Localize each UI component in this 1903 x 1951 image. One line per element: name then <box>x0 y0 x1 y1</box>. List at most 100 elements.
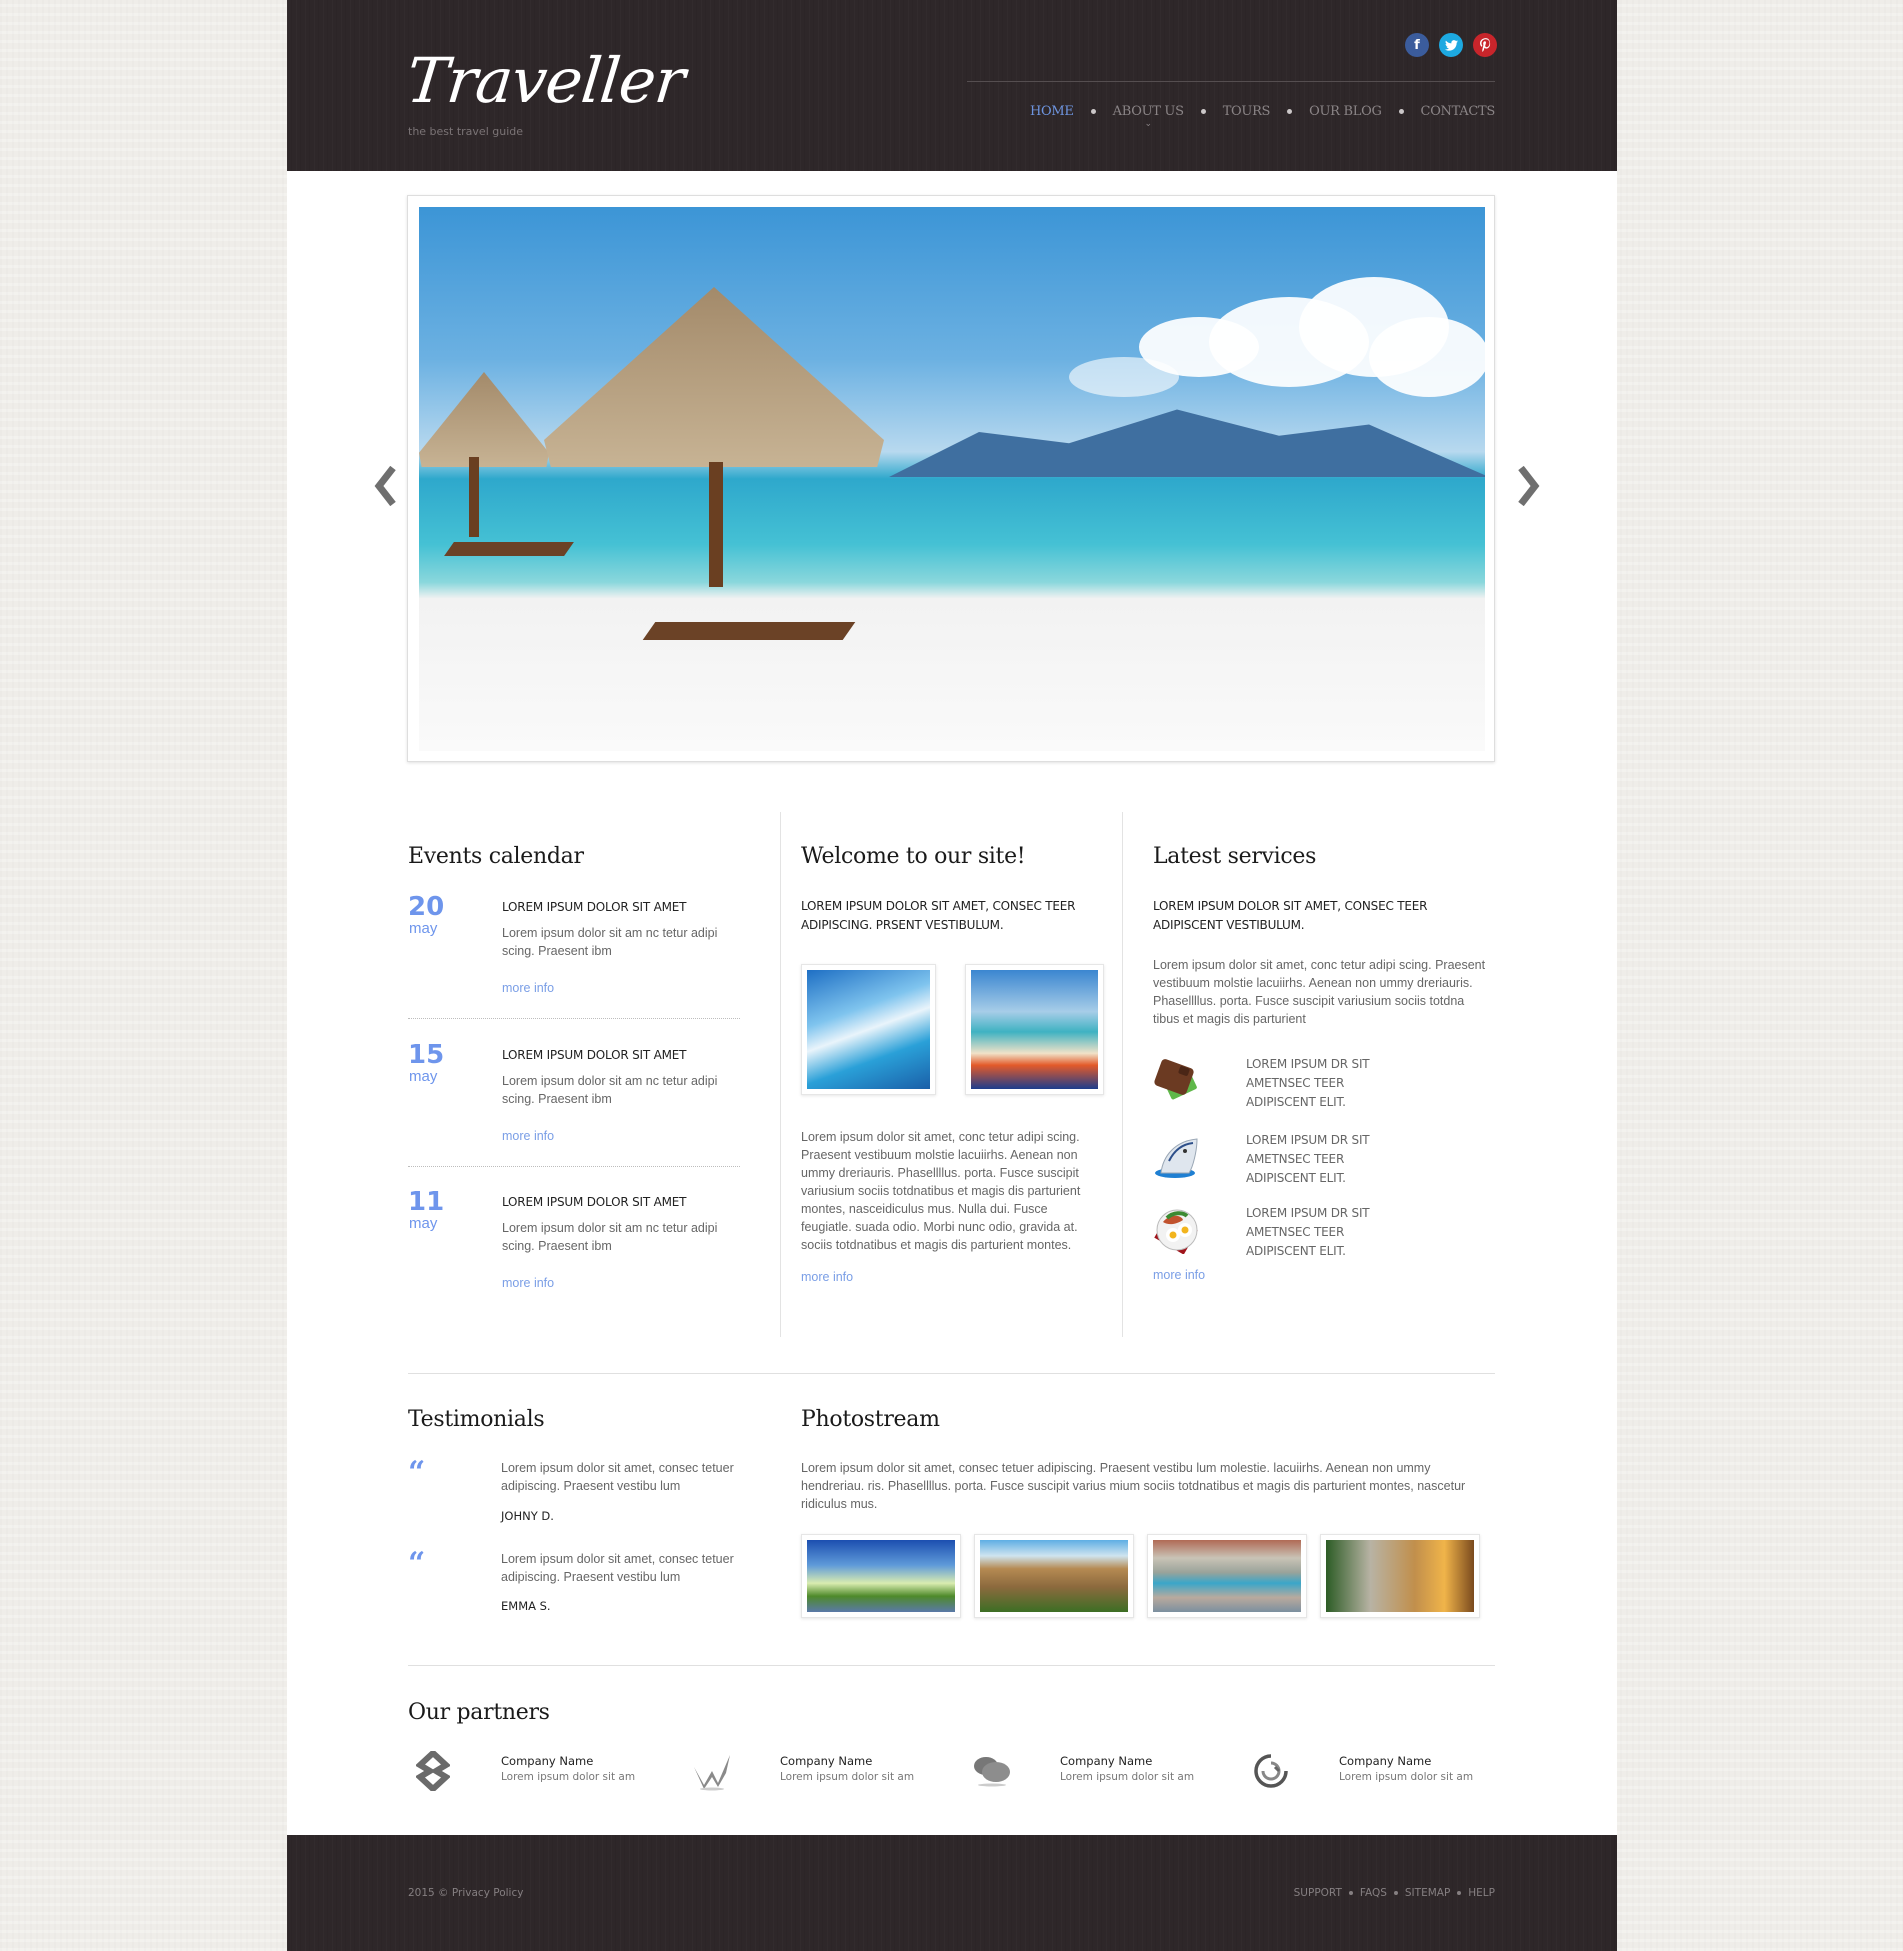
nav-our-blog[interactable]: OUR BLOG <box>1309 104 1382 119</box>
event-title: LOREM IPSUM DOLOR SIT AMET <box>502 900 687 914</box>
slider-next-button[interactable] <box>1510 464 1544 508</box>
partner-s-logo-icon <box>408 1748 458 1794</box>
footer-link-faqs[interactable]: FAQS <box>1360 1887 1387 1899</box>
facebook-icon[interactable]: f <box>1405 33 1429 57</box>
nav-contacts[interactable]: CONTACTS <box>1421 104 1496 119</box>
welcome-photo[interactable] <box>965 964 1104 1095</box>
chevron-right-icon <box>1518 466 1540 506</box>
partner-chat-logo-icon <box>967 1748 1017 1794</box>
footer-separator-dot <box>1393 1891 1398 1895</box>
partner-item[interactable]: Company Name Lorem ipsum dolor sit am <box>408 1748 678 1798</box>
site-header: Traveller the best travel guide f HOME A… <box>287 0 1617 171</box>
services-text: Lorem ipsum dolor sit amet, conc tetur a… <box>1153 958 1486 1026</box>
coastal-hotel-photo <box>1153 1540 1301 1612</box>
photostream-text: Lorem ipsum dolor sit amet, consec tetue… <box>801 1461 1466 1511</box>
testimonial-text: Lorem ipsum dolor sit amet, consec tetue… <box>501 1461 734 1493</box>
event-item: 15 may LOREM IPSUM DOLOR SIT AMET Lorem … <box>408 1040 740 1146</box>
event-month: may <box>409 1215 438 1232</box>
twitter-icon[interactable] <box>1439 33 1463 57</box>
photostream-item[interactable] <box>801 1534 961 1618</box>
event-month: may <box>409 1068 438 1085</box>
hero-slider <box>407 195 1495 762</box>
testimonials-heading: Testimonials <box>408 1407 545 1432</box>
column-separator <box>1122 812 1123 1337</box>
footer-link-help[interactable]: HELP <box>1468 1887 1495 1899</box>
event-day: 20 <box>408 892 445 922</box>
footer-link-support[interactable]: SUPPORT <box>1294 1887 1342 1899</box>
photostream-item[interactable] <box>1320 1534 1480 1618</box>
partner-name: Company Name <box>1339 1754 1432 1768</box>
nav-home[interactable]: HOME <box>1030 104 1074 119</box>
travel-collage-photo <box>807 970 930 1089</box>
event-title: LOREM IPSUM DOLOR SIT AMET <box>502 1195 687 1209</box>
welcome-heading: Welcome to our site! <box>801 844 1026 869</box>
testimonial-author: EMMA S. <box>501 1599 551 1613</box>
main-nav: HOME ABOUT US ⌄ TOURS OUR BLOG CONTACTS <box>1030 104 1496 129</box>
slider-prev-button[interactable] <box>370 464 404 508</box>
chevron-left-icon <box>374 466 396 506</box>
service-text: LOREM IPSUM DR SIT AMETNSEC TEER ADIPISC… <box>1246 1206 1370 1258</box>
event-divider <box>408 1166 740 1167</box>
event-more-info-link[interactable]: more info <box>502 1276 554 1290</box>
column-separator <box>780 812 781 1337</box>
footer-link-sitemap[interactable]: SITEMAP <box>1405 1887 1450 1899</box>
welcome-subtitle: LOREM IPSUM DOLOR SIT AMET, CONSEC TEER … <box>801 899 1076 932</box>
nav-about-us-label: ABOUT US <box>1112 104 1184 119</box>
ship-icon <box>1155 1138 1198 1178</box>
nav-divider <box>967 81 1495 82</box>
event-text: Lorem ipsum dolor sit am nc tetur adipi … <box>502 1074 718 1106</box>
event-more-info-link[interactable]: more info <box>502 1129 554 1143</box>
section-divider <box>408 1665 1495 1666</box>
partner-desc: Lorem ipsum dolor sit am <box>1339 1771 1474 1783</box>
event-divider <box>408 1018 740 1019</box>
social-links: f <box>1405 33 1497 57</box>
services-more-info-link[interactable]: more info <box>1153 1268 1205 1282</box>
partner-swirl-logo-icon <box>1246 1748 1296 1794</box>
site-tagline: the best travel guide <box>408 125 524 138</box>
photostream-item[interactable] <box>1147 1534 1307 1618</box>
welcome-text: Lorem ipsum dolor sit amet, conc tetur a… <box>801 1130 1081 1252</box>
event-text: Lorem ipsum dolor sit am nc tetur adipi … <box>502 1221 718 1253</box>
service-text: LOREM IPSUM DR SIT AMETNSEC TEER ADIPISC… <box>1246 1057 1370 1109</box>
photostream-item[interactable] <box>974 1534 1134 1618</box>
services-heading: Latest services <box>1153 844 1317 869</box>
footer-nav: SUPPORT FAQS SITEMAP HELP <box>1294 1887 1495 1899</box>
partner-desc: Lorem ipsum dolor sit am <box>501 1771 636 1783</box>
photostream-heading: Photostream <box>801 1407 940 1432</box>
footer-separator-dot <box>1457 1891 1462 1895</box>
partner-name: Company Name <box>1060 1754 1153 1768</box>
partner-item[interactable]: Company Name Lorem ipsum dolor sit am <box>1246 1748 1516 1798</box>
service-item: LOREM IPSUM DR SIT AMETNSEC TEER ADIPISC… <box>1153 1204 1403 1258</box>
beach-couple-photo <box>971 970 1098 1089</box>
partner-item[interactable]: Company Name Lorem ipsum dolor sit am <box>687 1748 957 1798</box>
event-month: may <box>409 920 438 937</box>
services-subtitle: LOREM IPSUM DOLOR SIT AMET, CONSEC TEER … <box>1153 899 1428 932</box>
pinterest-icon[interactable] <box>1473 33 1497 57</box>
nav-tours[interactable]: TOURS <box>1223 104 1271 119</box>
partner-item[interactable]: Company Name Lorem ipsum dolor sit am <box>967 1748 1237 1798</box>
event-day: 15 <box>408 1040 445 1070</box>
welcome-more-info-link[interactable]: more info <box>801 1270 853 1284</box>
nav-about-us[interactable]: ABOUT US ⌄ <box>1112 104 1184 129</box>
quote-icon: “ <box>408 1455 426 1490</box>
testimonial-text: Lorem ipsum dolor sit amet, consec tetue… <box>501 1552 734 1584</box>
nav-separator-dot <box>1398 109 1404 114</box>
eiffel-tower-photo <box>807 1540 955 1612</box>
partner-desc: Lorem ipsum dolor sit am <box>780 1771 915 1783</box>
testimonial-author: JOHNY D. <box>501 1509 554 1523</box>
service-item: LOREM IPSUM DR SIT AMETNSEC TEER ADIPISC… <box>1153 1131 1403 1185</box>
partner-name: Company Name <box>501 1754 594 1768</box>
welcome-photo[interactable] <box>801 964 936 1095</box>
roman-forum-photo <box>1326 1540 1474 1612</box>
partner-desc: Lorem ipsum dolor sit am <box>1060 1771 1195 1783</box>
event-day: 11 <box>408 1187 445 1217</box>
service-item: LOREM IPSUM DR SIT AMETNSEC TEER ADIPISC… <box>1153 1055 1403 1109</box>
quote-icon: “ <box>408 1546 426 1581</box>
page-container: Traveller the best travel guide f HOME A… <box>287 0 1617 1951</box>
copyright-privacy-link[interactable]: 2015 © Privacy Policy <box>408 1887 523 1899</box>
event-more-info-link[interactable]: more info <box>502 981 554 995</box>
site-logo[interactable]: Traveller <box>403 44 687 117</box>
events-heading: Events calendar <box>408 844 584 869</box>
event-item: 11 may LOREM IPSUM DOLOR SIT AMET Lorem … <box>408 1187 740 1293</box>
breakfast-plate-icon <box>1154 1209 1198 1254</box>
